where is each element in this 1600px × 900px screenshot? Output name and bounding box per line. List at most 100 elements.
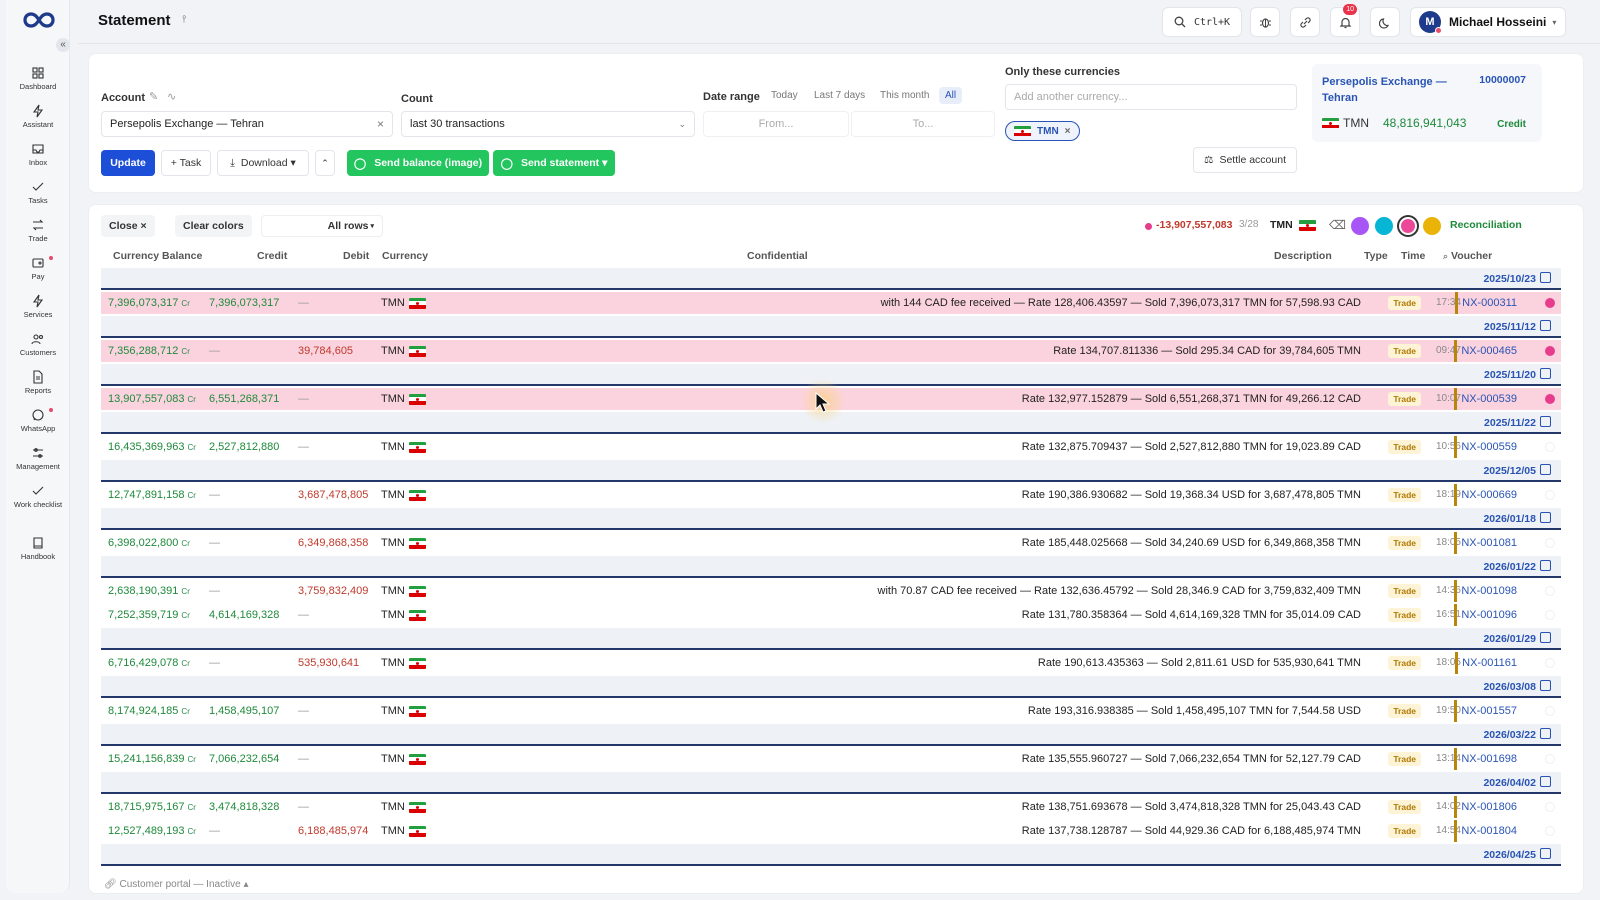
theme-toggle-button[interactable] <box>1370 7 1400 37</box>
sidebar-item-tasks[interactable]: Tasks <box>6 180 70 218</box>
table-row[interactable]: 7,396,073,317 Cr 7,396,073,317— TMN with 14… <box>101 292 1561 314</box>
count-select[interactable]: last 30 transactions ⌄ <box>401 111 695 137</box>
color-swatch-2[interactable] <box>1375 217 1393 235</box>
row-color-marker[interactable] <box>1545 586 1555 596</box>
row-color-marker[interactable] <box>1545 754 1555 764</box>
remove-chip-icon[interactable]: × <box>1065 126 1071 137</box>
sidebar-item-work-checklist[interactable]: Work checklist <box>6 484 70 522</box>
date-to-input[interactable]: To... <box>851 111 995 137</box>
table-row[interactable]: 2,638,190,391 Cr — 3,759,832,409 TMN with 70… <box>101 580 1561 602</box>
clear-account-icon[interactable]: × <box>377 117 384 131</box>
table-row[interactable]: 6,716,429,078 Cr — 535,930,641 TMN Rate 190,… <box>101 652 1561 674</box>
table-row[interactable]: 6,398,022,800 Cr — 6,349,868,358 TMN Rate 18… <box>101 532 1561 554</box>
sidebar-item-handbook[interactable]: Handbook <box>6 536 70 574</box>
link-button[interactable] <box>1290 7 1320 37</box>
voucher-link[interactable]: NX-001804 <box>1454 820 1517 842</box>
col-balance[interactable]: Currency Balance <box>113 250 202 262</box>
currency-input[interactable]: Add another currency... <box>1005 84 1297 110</box>
col-time[interactable]: Time <box>1401 250 1425 262</box>
date-chip-all[interactable]: All <box>939 87 963 104</box>
row-color-marker[interactable] <box>1545 490 1555 500</box>
sidebar-item-trade[interactable]: Trade <box>6 218 70 256</box>
account-select[interactable]: Persepolis Exchange — Tehran × <box>101 111 393 137</box>
group-date[interactable]: 2025/12/05 <box>1483 464 1551 477</box>
row-color-marker[interactable] <box>1545 298 1555 308</box>
group-date[interactable]: 2026/03/22 <box>1483 728 1551 741</box>
voucher-link[interactable]: NX-001161 <box>1455 652 1517 674</box>
date-chip-this-month[interactable]: This month <box>874 87 935 104</box>
row-color-marker[interactable] <box>1545 610 1555 620</box>
group-date[interactable]: 2026/03/08 <box>1483 680 1551 693</box>
send-statement-button[interactable]: ◯ Send statement ▾ <box>493 150 615 176</box>
row-color-marker[interactable] <box>1545 706 1555 716</box>
eraser-icon[interactable]: ⌫ <box>1329 218 1346 232</box>
voucher-link[interactable]: NX-001806 <box>1454 796 1517 818</box>
group-date[interactable]: 2025/11/20 <box>1484 368 1551 381</box>
voucher-link[interactable]: NX-001698 <box>1454 748 1517 770</box>
edit-icon[interactable]: ✎ <box>149 90 158 103</box>
group-date[interactable]: 2026/01/29 <box>1483 632 1551 645</box>
row-color-marker[interactable] <box>1545 442 1555 452</box>
table-row[interactable]: 15,241,156,839 Cr 7,066,232,654 — TMN Rate 1… <box>101 748 1561 770</box>
row-color-marker[interactable] <box>1545 826 1555 836</box>
date-chip-last-7-days[interactable]: Last 7 days <box>808 87 871 104</box>
col-type[interactable]: Type <box>1364 250 1388 262</box>
group-date[interactable]: 2026/01/22 <box>1483 560 1551 573</box>
voucher-link[interactable]: NX-000669 <box>1454 484 1517 506</box>
pin-icon[interactable]: ⫯ <box>182 14 186 25</box>
voucher-link[interactable]: NX-000311 <box>1455 292 1517 314</box>
send-balance-button[interactable]: ◯ Send balance (image) <box>347 150 489 176</box>
app-logo[interactable] <box>22 10 56 33</box>
row-color-marker[interactable] <box>1545 394 1555 404</box>
color-swatch-1[interactable] <box>1351 217 1369 235</box>
clear-colors-button[interactable]: Clear colors <box>175 215 252 237</box>
row-color-marker[interactable] <box>1545 538 1555 548</box>
row-color-marker[interactable] <box>1545 658 1555 668</box>
voucher-link[interactable]: NX-001096 <box>1454 604 1517 626</box>
voucher-link[interactable]: NX-000559 <box>1454 436 1517 458</box>
collapse-sidebar-button[interactable]: « <box>56 38 70 52</box>
col-debit[interactable]: Debit <box>343 250 369 262</box>
table-row[interactable]: 12,527,489,193 Cr — 6,188,485,974 TMN Rate 1… <box>101 820 1561 842</box>
voucher-link[interactable]: NX-001098 <box>1454 580 1517 602</box>
reconciliation-button[interactable]: Reconciliation <box>1450 219 1522 231</box>
sidebar-item-dashboard[interactable]: Dashboard <box>6 66 70 104</box>
row-color-marker[interactable] <box>1545 346 1555 356</box>
table-row[interactable]: 7,252,359,719 Cr 4,614,169,328 — TMN Rate 13… <box>101 604 1561 626</box>
table-row[interactable]: 12,747,891,158 Cr — 3,687,478,805 TMN Rate 1… <box>101 484 1561 506</box>
voucher-link[interactable]: NX-001557 <box>1454 700 1517 722</box>
collapse-filters-button[interactable]: ⌃ <box>315 150 335 176</box>
sidebar-item-services[interactable]: Services <box>6 294 70 332</box>
sidebar-item-whatsapp[interactable]: WhatsApp <box>6 408 70 446</box>
group-date[interactable]: 2026/04/25 <box>1483 848 1551 861</box>
sidebar-item-reports[interactable]: Reports <box>6 370 70 408</box>
bug-report-button[interactable] <box>1250 7 1280 37</box>
table-row[interactable]: 18,715,975,167 Cr 3,474,818,328 — TMN Rate 1… <box>101 796 1561 818</box>
sparkle-icon[interactable]: ∿ <box>167 90 176 103</box>
group-date[interactable]: 2025/11/22 <box>1484 416 1551 429</box>
sidebar-item-assistant[interactable]: Assistant <box>6 104 70 142</box>
color-swatch-4[interactable] <box>1423 217 1441 235</box>
group-date[interactable]: 2025/10/23 <box>1483 272 1551 285</box>
sidebar-item-pay[interactable]: Pay <box>6 256 70 294</box>
table-row[interactable]: 16,435,369,963 Cr 2,527,812,880 — TMN Rate 1… <box>101 436 1561 458</box>
account-balance-card[interactable]: Persepolis Exchange — Tehran 10000007 TM… <box>1312 64 1542 142</box>
voucher-link[interactable]: NX-000539 <box>1454 388 1517 410</box>
voucher-link[interactable]: NX-001081 <box>1454 532 1517 554</box>
user-menu[interactable]: M Michael Hosseini ▾ <box>1410 7 1566 37</box>
table-row[interactable]: 7,356,288,712 Cr — 39,784,605 TMN Rate 134,7… <box>101 340 1561 362</box>
group-date[interactable]: 2026/01/18 <box>1483 512 1551 525</box>
col-currency[interactable]: Currency <box>382 250 428 262</box>
date-chip-today[interactable]: Today <box>765 87 804 104</box>
rows-filter-select[interactable]: All rows ▾ <box>261 215 383 237</box>
col-credit[interactable]: Credit <box>257 250 287 262</box>
voucher-link[interactable]: NX-000465 <box>1454 340 1517 362</box>
col-description[interactable]: Description <box>1274 250 1332 262</box>
close-button[interactable]: Close × <box>101 215 155 237</box>
notifications-button[interactable]: 10 <box>1330 4 1360 37</box>
update-button[interactable]: Update <box>101 150 155 176</box>
sidebar-item-inbox[interactable]: Inbox <box>6 142 70 180</box>
group-date[interactable]: 2025/11/12 <box>1484 320 1551 333</box>
col-confidential[interactable]: Confidential <box>747 250 808 262</box>
color-swatch-3[interactable] <box>1399 217 1417 235</box>
